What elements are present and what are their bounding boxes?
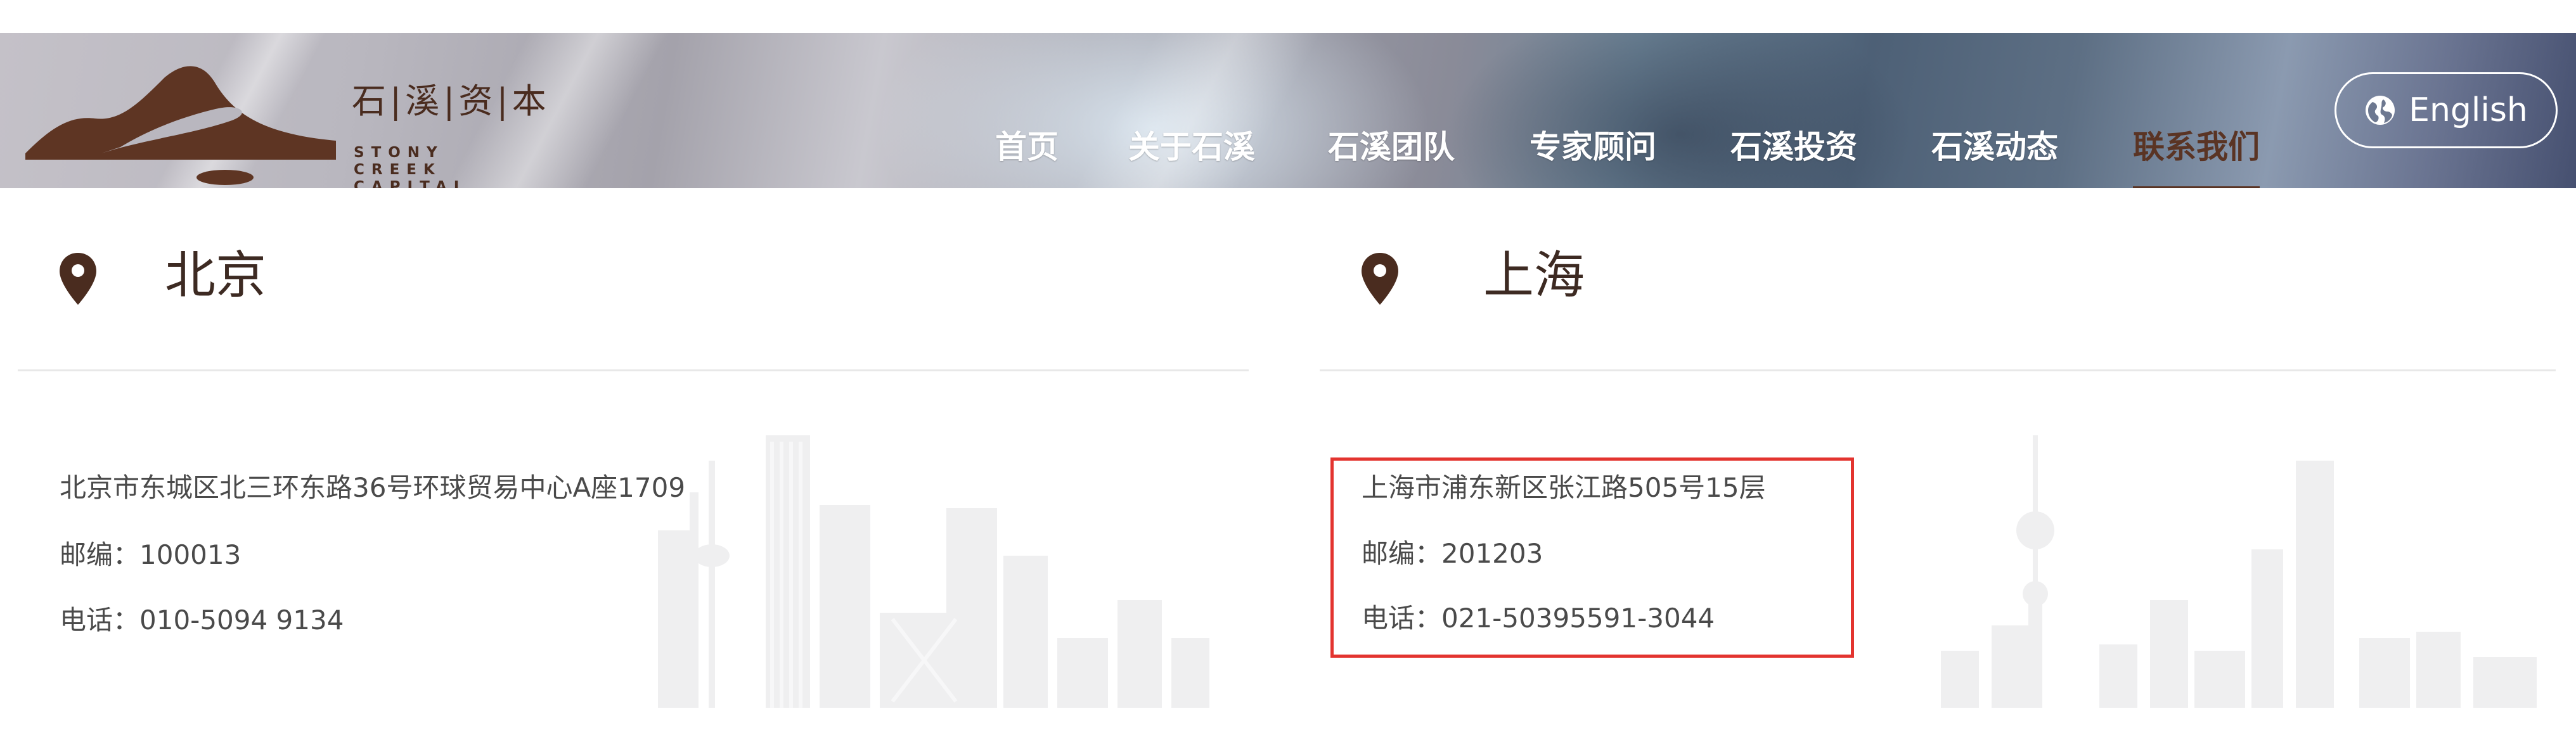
divider [1320,369,2556,371]
office-phone: 电话：010-5094 9134 [60,604,344,636]
site-header: 石|溪|资|本 STONY CREEK CAPITAL 首页 关于石溪 石溪团队… [0,33,2576,188]
nav-item-investments[interactable]: 石溪投资 [1730,125,1857,169]
nav-item-contact-label: 联系我们 [2133,129,2260,165]
stony-creek-logo-icon[interactable] [25,58,336,185]
logo-chinese-name: 石|溪|资|本 [352,81,550,121]
office-postcode: 邮编：100013 [60,539,242,570]
language-switch-button[interactable]: English [2334,72,2558,148]
nav-item-contact[interactable]: 联系我们 [2133,125,2260,188]
language-switch-label: English [2409,91,2528,129]
nav-item-advisors[interactable]: 专家顾问 [1530,125,1656,169]
nav-item-about[interactable]: 关于石溪 [1128,125,1255,169]
globe-icon [2366,96,2395,125]
office-address: 北京市东城区北三环东路36号环球贸易中心A座1709 [60,472,686,503]
office-card-beijing: 北京 北京市东城区北三环东路36号环球贸易中心A座1709 邮编：100013 … [18,188,1249,708]
beijing-skyline-illustration [658,435,1209,708]
location-pin-icon [1362,253,1398,305]
nav-item-news[interactable]: 石溪动态 [1931,125,2058,169]
logo-english-name: STONY CREEK CAPITAL [354,144,470,188]
nav-item-team[interactable]: 石溪团队 [1328,125,1455,169]
office-city-title: 北京 [165,246,266,305]
nav-item-home[interactable]: 首页 [995,125,1059,169]
divider [18,369,1249,371]
highlight-box [1330,457,1854,658]
location-pin-icon [60,253,96,305]
office-city-title: 上海 [1483,246,1585,305]
shanghai-skyline-illustration [1941,435,2537,708]
